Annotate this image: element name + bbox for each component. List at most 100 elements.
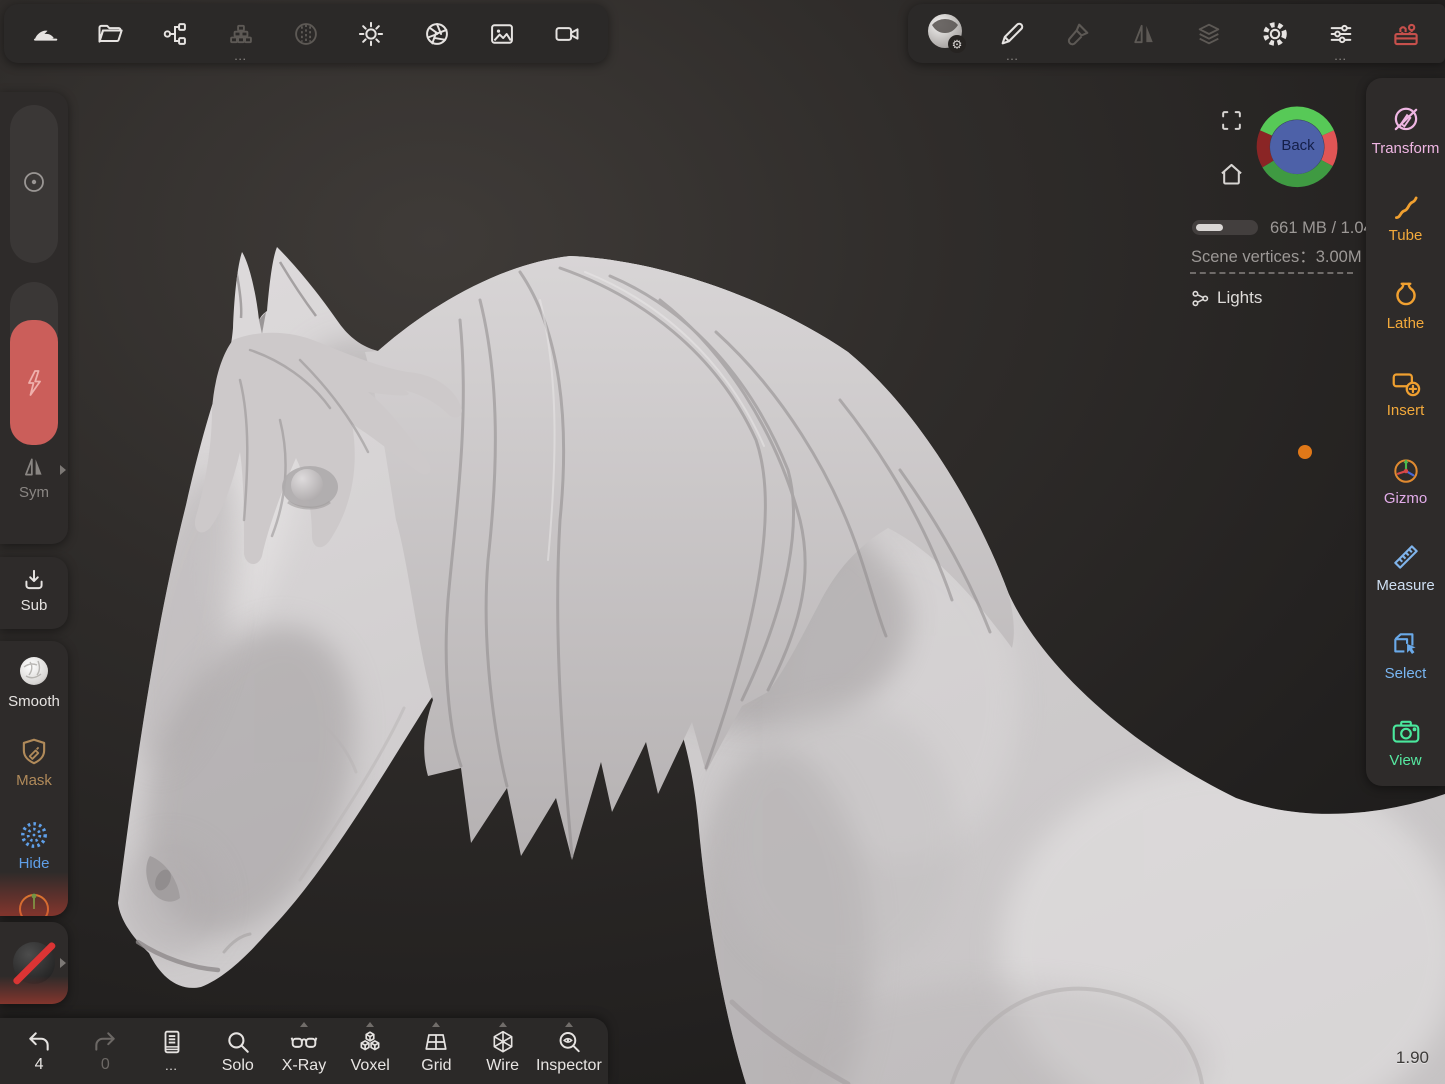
bottom-item-label: Wire [486, 1058, 519, 1074]
zoom-level: 1.90 [1396, 1048, 1429, 1068]
settings-gear-button[interactable] [1247, 6, 1303, 62]
sub-tool-button[interactable]: Sub [0, 567, 68, 613]
hide-brush-button[interactable]: Hide [0, 819, 68, 871]
xray-glasses-icon [290, 1029, 318, 1055]
sidebar-item-label: Insert [1387, 403, 1425, 418]
select-icon [1390, 629, 1422, 661]
gizmo-icon [1390, 454, 1422, 486]
smooth-brush-button[interactable]: Smooth [0, 653, 68, 709]
symmetry-icon [21, 454, 47, 480]
sidebar-item-label: Select [1385, 666, 1427, 681]
sidebar-item-view[interactable]: View [1366, 699, 1445, 787]
toolbar-tools: ⚙ … … [908, 4, 1445, 63]
solo-magnifier-icon [225, 1029, 251, 1055]
hide-brush-icon [18, 819, 50, 851]
more-indicator: … [234, 51, 248, 61]
lights-nodes-icon [1191, 289, 1210, 308]
sidebar-item-label: Gizmo [1384, 491, 1427, 506]
sidebar-item-label: Lathe [1387, 316, 1425, 331]
lights-row[interactable]: Lights [1191, 288, 1262, 308]
more-indicator: … [1005, 51, 1019, 61]
mask-brush-button[interactable]: Mask [0, 736, 68, 788]
sidebar-item-select[interactable]: Select [1366, 611, 1445, 699]
undo-button[interactable]: 4 [7, 1021, 71, 1081]
inspector-button[interactable]: Inspector [537, 1021, 601, 1081]
sidebar-item-insert[interactable]: Insert [1366, 349, 1445, 437]
sidebar-item-label: View [1389, 753, 1421, 768]
toolbar-file: … [4, 4, 608, 63]
scene-graph-button[interactable] [147, 6, 203, 62]
app-logo[interactable] [17, 6, 73, 62]
sidebar-item-transform[interactable]: Transform [1366, 86, 1445, 174]
bottom-item-label: Inspector [536, 1058, 602, 1074]
mirror-symmetry-button[interactable] [1116, 6, 1172, 62]
grid-button[interactable]: Grid [404, 1021, 468, 1081]
sidebar-item-label: Transform [1372, 141, 1440, 156]
tool-category-sidebar: Transform Tube Lathe Insert Gizmo Measur… [1366, 78, 1445, 786]
video-record-button[interactable] [539, 6, 595, 62]
long-press-caret [499, 1022, 507, 1027]
sidebar-item-measure[interactable]: Measure [1366, 524, 1445, 612]
redo-count: 0 [101, 1057, 110, 1073]
smooth-brush-icon [16, 653, 52, 689]
intensity-slider[interactable] [10, 282, 58, 445]
sidebar-item-lathe[interactable]: Lathe [1366, 261, 1445, 349]
svg-text:⚙: ⚙ [951, 37, 962, 51]
voxel-cubes-icon [357, 1029, 383, 1055]
radius-slider-handle[interactable] [23, 171, 45, 193]
paint-tool-button[interactable] [1050, 6, 1106, 62]
inspector-eye-icon [556, 1029, 582, 1055]
wire-button[interactable]: Wire [471, 1021, 535, 1081]
nav-ball-face-label: Back [1270, 137, 1326, 154]
long-press-caret [565, 1022, 573, 1027]
lighting-sun-button[interactable] [343, 6, 399, 62]
bottom-item-label: Grid [421, 1058, 451, 1074]
toolbox-button[interactable] [1378, 6, 1434, 62]
sub-tool-panel: Sub [0, 557, 68, 629]
intensity-slider-fill [10, 320, 58, 445]
wireframe-icon [490, 1029, 516, 1055]
redo-button[interactable]: 0 [73, 1021, 137, 1081]
material-sphere-button[interactable]: ⚙ [919, 6, 975, 62]
more-indicator: … [165, 1058, 179, 1074]
notes-button[interactable]: … [140, 1021, 204, 1081]
xray-button[interactable]: X-Ray [272, 1021, 336, 1081]
app-window: … ⚙ … [0, 0, 1445, 1084]
symmetry-toggle[interactable]: Sym [0, 454, 68, 500]
long-press-caret [366, 1022, 374, 1027]
layers-button[interactable] [1181, 6, 1237, 62]
home-view-icon[interactable] [1218, 161, 1245, 188]
scene-vertices-value: 3.00M [1316, 248, 1362, 266]
brush-label: Hide [19, 856, 50, 871]
intensity-bolt-icon [22, 368, 46, 398]
panel-expand-arrow[interactable] [60, 958, 66, 968]
long-press-caret [300, 1022, 308, 1027]
measure-icon [1390, 541, 1422, 573]
primitives-button[interactable]: … [213, 6, 269, 62]
sliders-options-button[interactable]: … [1313, 6, 1369, 62]
fullscreen-icon[interactable] [1219, 108, 1244, 133]
sidebar-item-gizmo[interactable]: Gizmo [1366, 436, 1445, 524]
status-separator [1190, 272, 1353, 274]
folder-open-button[interactable] [82, 6, 138, 62]
grid-icon [423, 1029, 449, 1055]
pen-tool-button[interactable]: … [984, 6, 1040, 62]
sub-tool-label: Sub [21, 598, 48, 613]
light-position-dot[interactable] [1298, 445, 1312, 459]
voxel-button[interactable]: Voxel [338, 1021, 402, 1081]
panel-expand-arrow[interactable] [60, 465, 66, 475]
image-export-button[interactable] [474, 6, 530, 62]
transform-icon [1390, 104, 1422, 136]
sidebar-item-tube[interactable]: Tube [1366, 174, 1445, 262]
bottom-item-label: Voxel [351, 1058, 390, 1074]
selected-color-glow [0, 872, 68, 916]
undo-count: 4 [35, 1057, 44, 1073]
undo-icon [26, 1030, 52, 1054]
radius-slider[interactable] [10, 105, 58, 263]
mask-brush-icon [18, 736, 50, 768]
topology-sphere-button[interactable] [278, 6, 334, 62]
solo-button[interactable]: Solo [206, 1021, 270, 1081]
render-aperture-button[interactable] [409, 6, 465, 62]
toolbar-viewport: 4 0 … Solo X-Ray Voxel Grid [0, 1018, 608, 1084]
brush-sliders-panel: Sym [0, 92, 68, 544]
